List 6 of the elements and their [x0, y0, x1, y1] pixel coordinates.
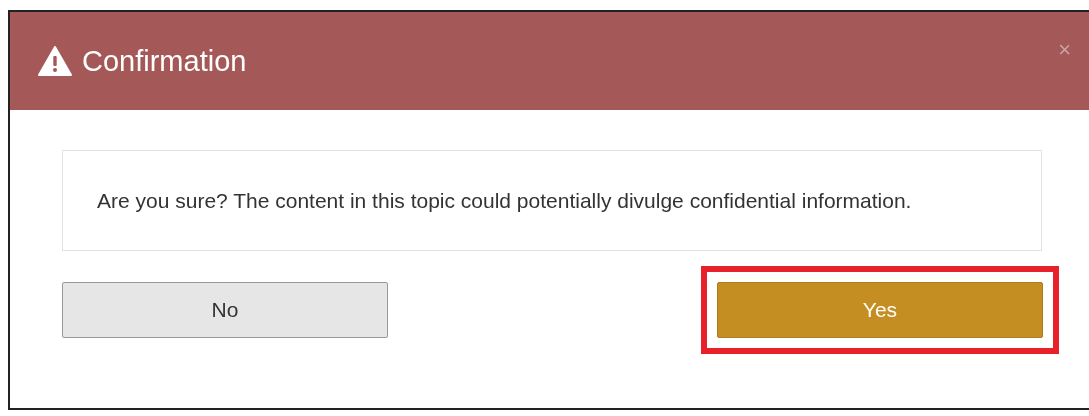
message-text: Are you sure? The content in this topic could potentially divulge confidential information. [62, 150, 1042, 251]
confirm-button[interactable]: Yes [717, 282, 1043, 338]
cancel-button[interactable]: No [62, 282, 388, 338]
dialog-title: Confirmation [82, 44, 248, 78]
close-button[interactable]: × [1058, 37, 1071, 63]
warning-icon [38, 46, 72, 76]
